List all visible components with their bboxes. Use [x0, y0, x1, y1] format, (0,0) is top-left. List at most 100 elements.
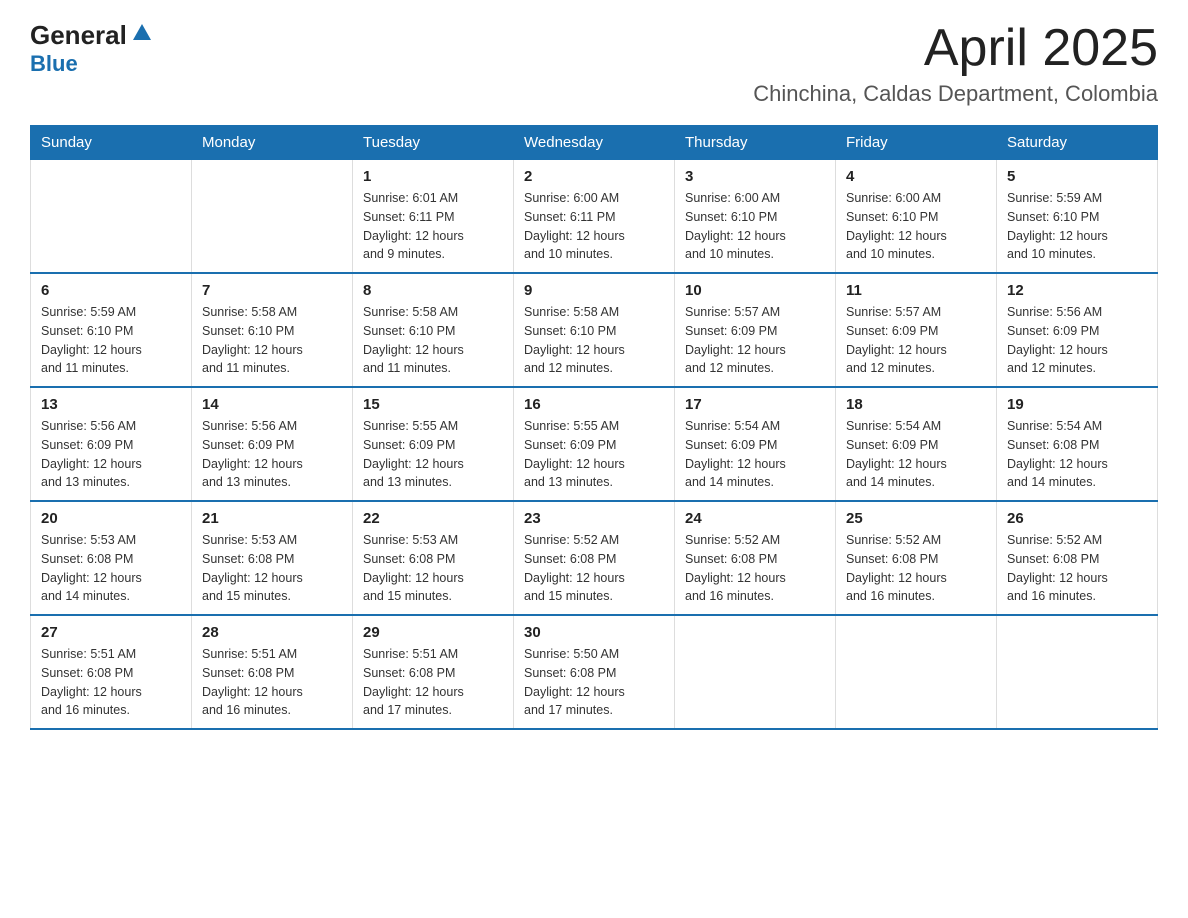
day-number: 6: [41, 282, 181, 299]
day-info: Sunrise: 5:54 AM Sunset: 6:08 PM Dayligh…: [1007, 417, 1147, 492]
day-info: Sunrise: 5:58 AM Sunset: 6:10 PM Dayligh…: [363, 303, 503, 378]
day-info: Sunrise: 5:53 AM Sunset: 6:08 PM Dayligh…: [363, 531, 503, 606]
day-cell: 2 Sunrise: 6:00 AM Sunset: 6:11 PM Daylig…: [514, 160, 675, 274]
logo-blue-text: Blue: [30, 51, 78, 76]
day-info: Sunrise: 6:00 AM Sunset: 6:11 PM Dayligh…: [524, 189, 664, 264]
day-number: 9: [524, 282, 664, 299]
day-info: Sunrise: 5:57 AM Sunset: 6:09 PM Dayligh…: [685, 303, 825, 378]
day-number: 28: [202, 624, 342, 641]
day-number: 15: [363, 396, 503, 413]
header-cell-saturday: Saturday: [997, 126, 1158, 160]
header-row: SundayMondayTuesdayWednesdayThursdayFrid…: [31, 126, 1158, 160]
day-number: 8: [363, 282, 503, 299]
day-number: 20: [41, 510, 181, 527]
day-number: 27: [41, 624, 181, 641]
day-info: Sunrise: 5:55 AM Sunset: 6:09 PM Dayligh…: [524, 417, 664, 492]
day-info: Sunrise: 5:56 AM Sunset: 6:09 PM Dayligh…: [1007, 303, 1147, 378]
page-header: General Blue April 2025 Chinchina, Calda…: [30, 20, 1158, 107]
week-row-2: 6 Sunrise: 5:59 AM Sunset: 6:10 PM Daylig…: [31, 273, 1158, 387]
day-info: Sunrise: 6:00 AM Sunset: 6:10 PM Dayligh…: [685, 189, 825, 264]
header-cell-thursday: Thursday: [675, 126, 836, 160]
day-cell: 26 Sunrise: 5:52 AM Sunset: 6:08 PM Dayli…: [997, 501, 1158, 615]
day-info: Sunrise: 5:52 AM Sunset: 6:08 PM Dayligh…: [1007, 531, 1147, 606]
day-info: Sunrise: 5:56 AM Sunset: 6:09 PM Dayligh…: [202, 417, 342, 492]
day-cell: 19 Sunrise: 5:54 AM Sunset: 6:08 PM Dayli…: [997, 387, 1158, 501]
day-cell: 15Sunrise: 5:55 AM Sunset: 6:09 PM Dayli…: [353, 387, 514, 501]
day-number: 21: [202, 510, 342, 527]
calendar-table: SundayMondayTuesdayWednesdayThursdayFrid…: [30, 125, 1158, 730]
day-cell: [31, 160, 192, 274]
day-cell: 28 Sunrise: 5:51 AM Sunset: 6:08 PM Dayli…: [192, 615, 353, 729]
day-cell: 9 Sunrise: 5:58 AM Sunset: 6:10 PM Daylig…: [514, 273, 675, 387]
day-cell: 4 Sunrise: 6:00 AM Sunset: 6:10 PM Daylig…: [836, 160, 997, 274]
day-cell: 10 Sunrise: 5:57 AM Sunset: 6:09 PM Dayli…: [675, 273, 836, 387]
day-cell: 3 Sunrise: 6:00 AM Sunset: 6:10 PM Daylig…: [675, 160, 836, 274]
week-row-1: 1Sunrise: 6:01 AM Sunset: 6:11 PM Daylig…: [31, 160, 1158, 274]
day-info: Sunrise: 5:53 AM Sunset: 6:08 PM Dayligh…: [202, 531, 342, 606]
day-cell: 27 Sunrise: 5:51 AM Sunset: 6:08 PM Dayli…: [31, 615, 192, 729]
header-cell-sunday: Sunday: [31, 126, 192, 160]
day-info: Sunrise: 5:58 AM Sunset: 6:10 PM Dayligh…: [524, 303, 664, 378]
day-info: Sunrise: 6:00 AM Sunset: 6:10 PM Dayligh…: [846, 189, 986, 264]
day-number: 4: [846, 168, 986, 185]
day-cell: 11 Sunrise: 5:57 AM Sunset: 6:09 PM Dayli…: [836, 273, 997, 387]
day-number: 3: [685, 168, 825, 185]
day-cell: 18 Sunrise: 5:54 AM Sunset: 6:09 PM Dayli…: [836, 387, 997, 501]
day-cell: 8 Sunrise: 5:58 AM Sunset: 6:10 PM Daylig…: [353, 273, 514, 387]
day-number: 18: [846, 396, 986, 413]
day-number: 30: [524, 624, 664, 641]
day-cell: 21 Sunrise: 5:53 AM Sunset: 6:08 PM Dayli…: [192, 501, 353, 615]
day-cell: 14 Sunrise: 5:56 AM Sunset: 6:09 PM Dayli…: [192, 387, 353, 501]
day-number: 2: [524, 168, 664, 185]
day-number: 11: [846, 282, 986, 299]
day-number: 13: [41, 396, 181, 413]
day-number: 29: [363, 624, 503, 641]
day-cell: [836, 615, 997, 729]
logo: General Blue: [30, 20, 153, 77]
day-info: Sunrise: 5:53 AM Sunset: 6:08 PM Dayligh…: [41, 531, 181, 606]
calendar-header: SundayMondayTuesdayWednesdayThursdayFrid…: [31, 126, 1158, 160]
subtitle: Chinchina, Caldas Department, Colombia: [753, 81, 1158, 107]
day-number: 23: [524, 510, 664, 527]
day-number: 26: [1007, 510, 1147, 527]
day-cell: 23 Sunrise: 5:52 AM Sunset: 6:08 PM Dayli…: [514, 501, 675, 615]
day-cell: 25Sunrise: 5:52 AM Sunset: 6:08 PM Dayli…: [836, 501, 997, 615]
day-number: 14: [202, 396, 342, 413]
day-info: Sunrise: 5:52 AM Sunset: 6:08 PM Dayligh…: [524, 531, 664, 606]
day-number: 12: [1007, 282, 1147, 299]
day-info: Sunrise: 6:01 AM Sunset: 6:11 PM Dayligh…: [363, 189, 503, 264]
day-cell: 12 Sunrise: 5:56 AM Sunset: 6:09 PM Dayli…: [997, 273, 1158, 387]
day-cell: 24Sunrise: 5:52 AM Sunset: 6:08 PM Dayli…: [675, 501, 836, 615]
day-cell: 1Sunrise: 6:01 AM Sunset: 6:11 PM Daylig…: [353, 160, 514, 274]
day-info: Sunrise: 5:52 AM Sunset: 6:08 PM Dayligh…: [685, 531, 825, 606]
day-info: Sunrise: 5:59 AM Sunset: 6:10 PM Dayligh…: [41, 303, 181, 378]
day-info: Sunrise: 5:54 AM Sunset: 6:09 PM Dayligh…: [846, 417, 986, 492]
day-info: Sunrise: 5:51 AM Sunset: 6:08 PM Dayligh…: [202, 645, 342, 720]
day-cell: 30 Sunrise: 5:50 AM Sunset: 6:08 PM Dayli…: [514, 615, 675, 729]
day-info: Sunrise: 5:57 AM Sunset: 6:09 PM Dayligh…: [846, 303, 986, 378]
day-cell: 16Sunrise: 5:55 AM Sunset: 6:09 PM Dayli…: [514, 387, 675, 501]
header-cell-tuesday: Tuesday: [353, 126, 514, 160]
day-number: 10: [685, 282, 825, 299]
week-row-3: 13 Sunrise: 5:56 AM Sunset: 6:09 PM Dayli…: [31, 387, 1158, 501]
day-info: Sunrise: 5:54 AM Sunset: 6:09 PM Dayligh…: [685, 417, 825, 492]
day-number: 5: [1007, 168, 1147, 185]
day-cell: 6 Sunrise: 5:59 AM Sunset: 6:10 PM Daylig…: [31, 273, 192, 387]
logo-triangle-icon: [131, 22, 153, 44]
day-number: 25: [846, 510, 986, 527]
logo-general-text: General: [30, 20, 127, 51]
week-row-4: 20 Sunrise: 5:53 AM Sunset: 6:08 PM Dayli…: [31, 501, 1158, 615]
day-info: Sunrise: 5:50 AM Sunset: 6:08 PM Dayligh…: [524, 645, 664, 720]
day-info: Sunrise: 5:51 AM Sunset: 6:08 PM Dayligh…: [41, 645, 181, 720]
day-cell: 29Sunrise: 5:51 AM Sunset: 6:08 PM Dayli…: [353, 615, 514, 729]
day-cell: 5Sunrise: 5:59 AM Sunset: 6:10 PM Daylig…: [997, 160, 1158, 274]
title-block: April 2025 Chinchina, Caldas Department,…: [753, 20, 1158, 107]
header-cell-friday: Friday: [836, 126, 997, 160]
week-row-5: 27 Sunrise: 5:51 AM Sunset: 6:08 PM Dayli…: [31, 615, 1158, 729]
day-cell: [997, 615, 1158, 729]
day-number: 22: [363, 510, 503, 527]
day-number: 19: [1007, 396, 1147, 413]
day-number: 7: [202, 282, 342, 299]
main-title: April 2025: [753, 20, 1158, 77]
header-cell-wednesday: Wednesday: [514, 126, 675, 160]
